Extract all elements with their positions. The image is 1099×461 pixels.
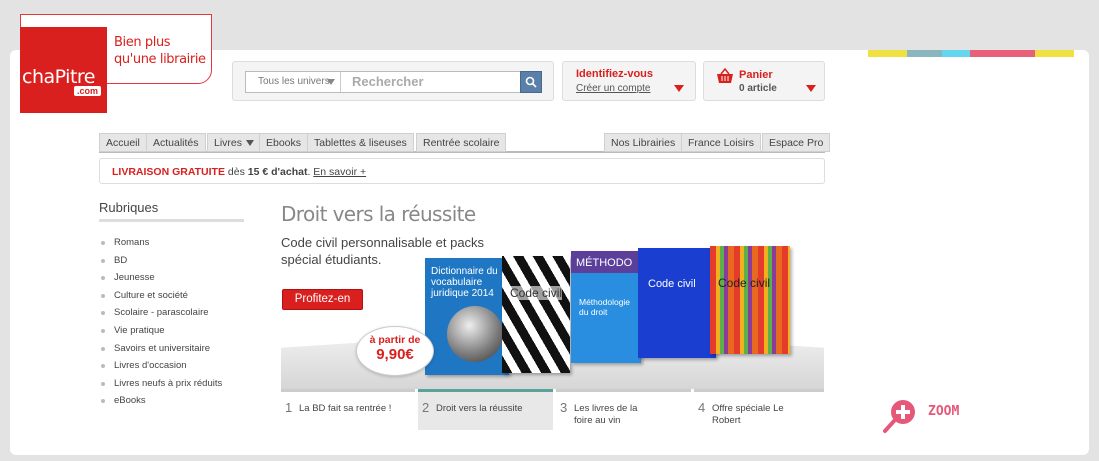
promo-highlight: LIVRAISON GRATUITE — [112, 166, 225, 178]
cart-panel[interactable]: Panier 0 article — [703, 61, 825, 101]
tagline-line2: qu'une librairie — [114, 52, 206, 67]
book-title: Code civil — [718, 276, 771, 290]
rubriques-title: Rubriques — [99, 200, 159, 215]
search-panel: Tous les univers Rechercher — [232, 61, 554, 101]
promo-text1: dès — [224, 166, 248, 178]
rubrique-item[interactable]: eBooks — [101, 395, 222, 413]
rubrique-item[interactable]: Livres d'occasion — [101, 360, 222, 378]
cta-button[interactable]: Profitez-en — [282, 289, 363, 310]
price-bubble: à partir de 9,90€ — [356, 326, 434, 376]
search-button[interactable] — [520, 71, 542, 93]
magnifier-icon — [525, 76, 537, 88]
logo-suffix: .com — [74, 86, 102, 96]
book-code-civil-striped[interactable]: Code civil — [710, 246, 790, 354]
book-title: Code civil — [648, 278, 696, 290]
rubrique-item[interactable]: Culture et société — [101, 290, 222, 308]
book-title: Code civil — [510, 286, 563, 300]
search-input[interactable]: Rechercher — [352, 74, 424, 89]
slide-num: 4 — [698, 400, 706, 415]
zoom-label: ZOOM — [928, 404, 960, 419]
scope-select[interactable]: Tous les univers — [246, 72, 341, 92]
login-title[interactable]: Identifiez-vous — [576, 68, 653, 80]
nav-tablettes[interactable]: Tablettes & liseuses — [307, 133, 414, 152]
price-value: 9,90€ — [376, 346, 414, 363]
account-panel[interactable]: Identifiez-vous Créer un compte — [562, 61, 696, 101]
slide-tab-3[interactable]: 3 Les livres de la foire au vin — [556, 389, 691, 430]
book-title: Dictionnaire du vocabulaire juridique 20… — [431, 266, 498, 299]
account-dropdown-icon[interactable] — [674, 85, 684, 92]
slide-tab-4[interactable]: 4 Offre spéciale Le Robert — [694, 389, 824, 430]
slide-num: 1 — [285, 400, 293, 415]
book-dictionnaire[interactable]: Dictionnaire du vocabulaire juridique 20… — [425, 258, 509, 375]
promo-amount: 15 € d'achat — [247, 166, 308, 178]
slide-label: Les livres de la foire au vin — [574, 403, 638, 426]
price-prefix: à partir de — [369, 334, 421, 346]
zoom-button[interactable]: ZOOM — [882, 398, 959, 441]
nav-rentree[interactable]: Rentrée scolaire — [416, 133, 507, 152]
create-account-link[interactable]: Créer un compte — [576, 83, 650, 94]
cart-title: Panier — [739, 69, 773, 81]
book-code-civil-blue[interactable]: Code civil — [638, 248, 716, 358]
nav-france-loisirs[interactable]: France Loisirs — [681, 133, 761, 152]
cart-count: 0 article — [739, 83, 777, 94]
nav-actualites[interactable]: Actualités — [146, 133, 206, 152]
book-methodo[interactable]: MÉTHODO Méthodologie du droit — [571, 251, 641, 363]
chevron-down-icon — [327, 79, 335, 85]
slide-num: 2 — [422, 400, 430, 415]
slide-tab-2[interactable]: 2 Droit vers la réussite — [418, 389, 553, 430]
slide-label: Droit vers la réussite — [436, 403, 523, 414]
cart-dropdown-icon[interactable] — [806, 85, 816, 92]
nav-espace-pro[interactable]: Espace Pro — [762, 133, 831, 152]
hero-title: Droit vers la réussite — [281, 202, 476, 226]
nav-ebooks[interactable]: Ebooks — [259, 133, 309, 152]
rubrique-item[interactable]: Savoirs et universitaire — [101, 343, 222, 361]
chevron-down-icon — [246, 140, 255, 147]
rubrique-item[interactable]: Romans — [101, 237, 222, 255]
tagline-line1: Bien plus — [114, 35, 171, 50]
shipping-banner: LIVRAISON GRATUITE dès 15 € d'achat. En … — [99, 158, 825, 184]
slide-label: La BD fait sa rentrée ! — [299, 403, 392, 414]
scope-label: Tous les univers — [258, 76, 330, 87]
book-sphere-image — [447, 306, 503, 362]
rubrique-item[interactable]: BD — [101, 255, 222, 273]
rubrique-item[interactable]: Jeunesse — [101, 272, 222, 290]
rubriques-list: Romans BD Jeunesse Culture et société Sc… — [101, 237, 222, 413]
main-nav: Accueil Actualités Livres Ebooks Tablett… — [99, 133, 831, 153]
book-title: Méthodologie du droit — [579, 297, 631, 317]
nav-librairies[interactable]: Nos Librairies — [604, 133, 683, 152]
rubrique-item[interactable]: Scolaire - parascolaire — [101, 307, 222, 325]
nav-accueil[interactable]: Accueil — [99, 133, 147, 152]
book-code-civil-zebra[interactable]: Code civil — [502, 256, 570, 373]
nav-livres[interactable]: Livres — [207, 133, 262, 152]
rubrique-item[interactable]: Vie pratique — [101, 325, 222, 343]
promo-link[interactable]: En savoir + — [313, 166, 366, 178]
divider — [99, 219, 244, 222]
slide-label: Offre spéciale Le Robert — [712, 403, 784, 426]
zoom-plus-icon — [883, 400, 915, 433]
slide-selector: 1 La BD fait sa rentrée ! 2 Droit vers l… — [281, 389, 824, 431]
color-strip — [868, 50, 1074, 57]
basket-icon — [717, 68, 733, 83]
logo-word: chaPitre — [22, 66, 95, 88]
rubrique-item[interactable]: Livres neufs à prix réduits — [101, 378, 222, 396]
book-series: MÉTHODO — [576, 257, 633, 269]
nav-livres-label: Livres — [214, 137, 243, 149]
tagline: Bien plus qu'une librairie — [114, 34, 206, 68]
slide-tab-1[interactable]: 1 La BD fait sa rentrée ! — [281, 389, 415, 430]
search-bar: Tous les univers Rechercher — [245, 71, 542, 93]
slide-num: 3 — [560, 400, 568, 415]
